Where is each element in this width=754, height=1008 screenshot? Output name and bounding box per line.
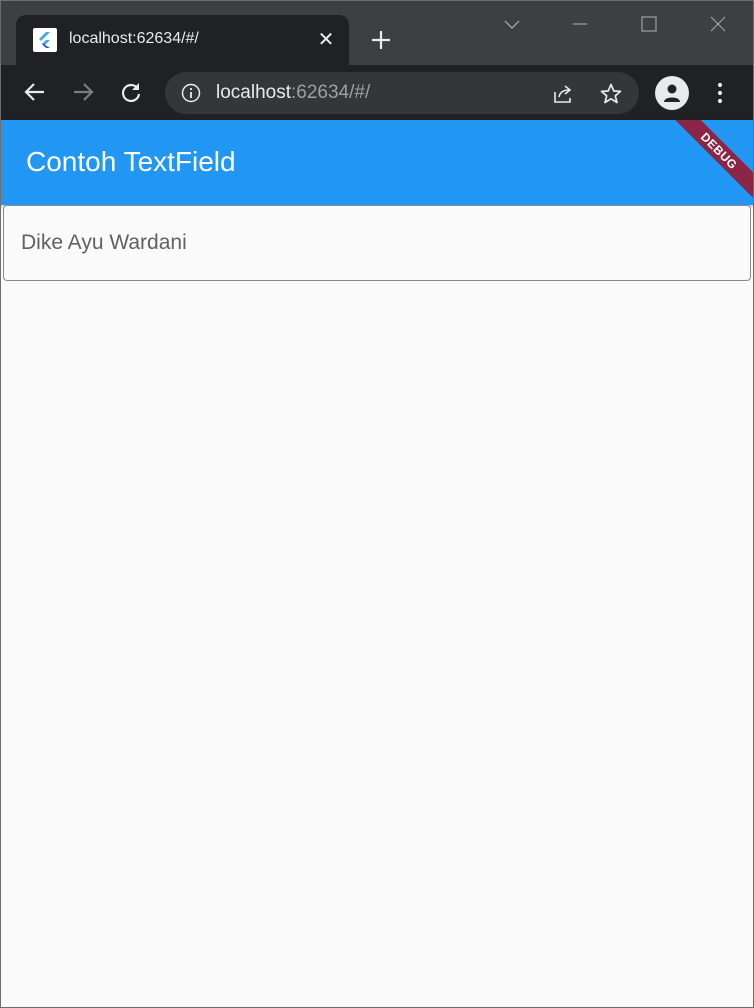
tab-title: localhost:62634/#/ xyxy=(69,30,199,47)
new-tab-button[interactable] xyxy=(367,26,395,54)
forward-button[interactable] xyxy=(69,78,97,106)
maximize-icon xyxy=(641,16,657,32)
arrow-left-icon xyxy=(24,83,44,101)
address-url[interactable]: localhost:62634/#/ xyxy=(216,82,370,104)
minimize-icon xyxy=(573,23,587,25)
flutter-icon xyxy=(33,28,57,52)
tab-strip: localhost:62634/#/ ✕ xyxy=(1,1,753,65)
browser-toolbar: localhost:62634/#/ xyxy=(1,65,753,120)
close-icon xyxy=(710,16,726,32)
plus-icon xyxy=(372,31,390,49)
text-field-value[interactable]: Dike Ayu Wardani xyxy=(21,231,187,255)
reload-icon xyxy=(121,83,141,103)
share-icon[interactable] xyxy=(551,82,575,106)
address-bar[interactable]: localhost:62634/#/ xyxy=(165,72,639,114)
more-vertical-icon xyxy=(717,82,723,104)
page-title: Contoh TextField xyxy=(26,146,236,177)
tab-search-button[interactable] xyxy=(498,11,526,39)
chevron-down-icon xyxy=(504,20,520,29)
reload-button[interactable] xyxy=(117,78,145,106)
content-area xyxy=(1,281,753,1007)
bookmark-star-icon[interactable] xyxy=(599,82,623,106)
minimize-button[interactable] xyxy=(566,11,594,39)
maximize-button[interactable] xyxy=(635,11,663,39)
arrow-right-icon xyxy=(74,83,94,101)
url-host: localhost xyxy=(216,82,291,103)
url-path: :62634/#/ xyxy=(291,82,371,103)
browser-tab[interactable]: localhost:62634/#/ ✕ xyxy=(16,15,349,65)
app-bar: Contoh TextField xyxy=(1,120,753,205)
name-text-field[interactable]: Dike Ayu Wardani xyxy=(3,205,751,281)
window-close-button[interactable] xyxy=(704,11,732,39)
back-button[interactable] xyxy=(21,78,49,106)
browser-menu-button[interactable] xyxy=(706,79,734,107)
tab-close-icon[interactable]: ✕ xyxy=(314,28,338,52)
browser-window: localhost:62634/#/ ✕ localhost:62634/#/ … xyxy=(0,0,754,1008)
person-icon xyxy=(664,84,680,102)
profile-avatar[interactable] xyxy=(655,76,689,110)
site-info-icon[interactable] xyxy=(181,83,201,103)
